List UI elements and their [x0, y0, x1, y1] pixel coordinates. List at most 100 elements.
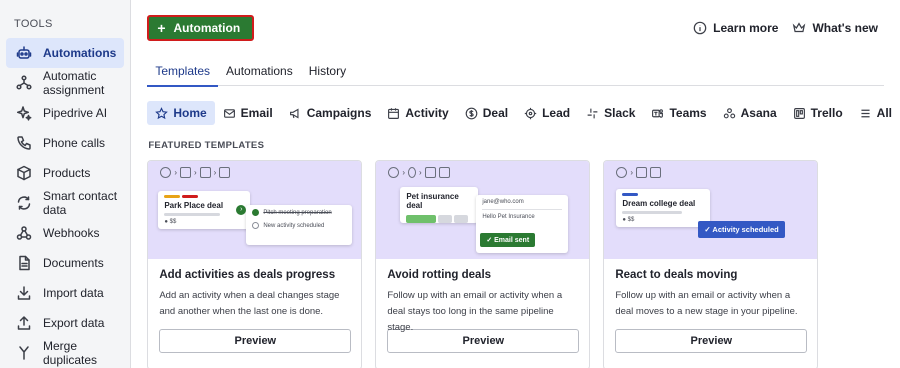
email-sent-badge: ✓ Email sent [480, 233, 536, 247]
filter-all[interactable]: All [851, 101, 900, 125]
whats-new-label: What's new [812, 21, 878, 35]
sidebar-item-label: Automatic assignment [43, 69, 105, 97]
learn-more-label: Learn more [713, 21, 779, 35]
sidebar-item-automatic-assignment[interactable]: Automatic assignment [6, 68, 124, 98]
sidebar-item-merge-duplicates[interactable]: Merge duplicates [6, 338, 124, 368]
activity-item-2: New activity scheduled [263, 222, 325, 229]
add-automation-button[interactable]: + Automation [147, 15, 255, 41]
tab-bar: Templates Automations History [147, 56, 884, 87]
deal-name: Dream college deal [622, 199, 696, 208]
sidebar-item-products[interactable]: Products [6, 158, 124, 188]
filter-asana[interactable]: Asana [715, 101, 785, 125]
deal-mini-card: Dream college deal ● $$ [616, 189, 711, 227]
sidebar-item-label: Pipedrive AI [43, 106, 108, 120]
card-description: Follow up with an email or activity when… [387, 290, 563, 333]
card-title: Avoid rotting deals [387, 269, 492, 281]
workflow-steps: › [616, 167, 661, 178]
template-cards: › › › Park Place deal ● $$ Pitch meeting p… [147, 160, 900, 368]
add-automation-label: Automation [173, 21, 241, 35]
learn-more-link[interactable]: Learn more [693, 21, 778, 35]
filter-deal[interactable]: Deal [457, 101, 516, 125]
template-card[interactable]: › › › Park Place deal ● $$ Pitch meeting p… [147, 160, 363, 368]
topbar: + Automation Learn more What's new [147, 0, 900, 56]
phone-icon [15, 134, 33, 152]
webhook-icon [15, 224, 33, 242]
card-illustration: › › › Park Place deal ● $$ Pitch meeting p… [148, 161, 362, 259]
sidebar-item-documents[interactable]: Documents [6, 248, 124, 278]
sidebar-item-label: Products [43, 166, 91, 180]
activity-item-1: Pitch meeting preparation [263, 209, 332, 216]
filter-home[interactable]: Home [147, 101, 215, 125]
deal-name: Park Place deal [164, 201, 224, 210]
tab-templates[interactable]: Templates [147, 56, 218, 87]
teams-icon [652, 108, 664, 118]
sidebar-item-smart-contact-data[interactable]: Smart contact data [6, 188, 124, 218]
card-title: React to deals moving [615, 269, 738, 281]
sidebar-heading: TOOLS [14, 18, 53, 30]
filter-label: Lead [542, 106, 571, 120]
box-icon [15, 164, 33, 182]
preview-button[interactable]: Preview [159, 329, 352, 353]
deal-amount: ● $$ [622, 217, 635, 223]
filter-email[interactable]: Email [215, 101, 281, 125]
document-icon [15, 254, 33, 272]
sparkle-icon [15, 104, 33, 122]
filter-label: Asana [740, 106, 777, 120]
list-icon [861, 109, 870, 117]
filter-trello[interactable]: Trello [785, 101, 851, 125]
email-subject: Hello Pet Insurance [482, 214, 535, 220]
sidebar-item-pipedrive-ai[interactable]: Pipedrive AI [6, 98, 124, 128]
main-content: + Automation Learn more What's new Templ… [131, 0, 900, 368]
filter-lead[interactable]: Lead [516, 101, 578, 125]
workflow-steps: › › › [160, 167, 231, 178]
export-icon [15, 314, 33, 332]
section-label: FEATURED TEMPLATES [148, 140, 265, 151]
crown-icon [793, 22, 806, 33]
filter-label: All [876, 106, 892, 120]
filter-activity[interactable]: Activity [379, 101, 456, 125]
preview-button[interactable]: Preview [615, 329, 808, 353]
sidebar-item-label: Phone calls [43, 136, 106, 150]
sidebar-item-label: Merge duplicates [43, 339, 98, 367]
info-icon [693, 21, 707, 35]
filter-teams[interactable]: Teams [643, 101, 714, 125]
robot-icon [15, 44, 33, 62]
filter-label: Slack [604, 106, 636, 120]
filter-label: Teams [669, 106, 707, 120]
trello-icon [793, 107, 805, 119]
filter-label: Activity [405, 106, 449, 120]
sidebar-item-export-data[interactable]: Export data [6, 308, 124, 338]
whats-new-link[interactable]: What's new [792, 21, 878, 35]
envelope-icon [223, 108, 235, 118]
sidebar-item-label: Smart contact data [43, 189, 118, 217]
deal-name: Pet insurance deal [406, 192, 459, 210]
star-icon [155, 106, 169, 119]
preview-button[interactable]: Preview [387, 329, 580, 353]
deal-amount: ● $$ [164, 219, 177, 225]
sidebar-item-label: Documents [43, 256, 104, 270]
deal-mini-card: Pet insurance deal [400, 187, 479, 223]
tab-history[interactable]: History [301, 56, 354, 86]
filter-label: Trello [810, 106, 843, 120]
sidebar-item-label: Export data [43, 316, 105, 330]
sidebar-item-webhooks[interactable]: Webhooks [6, 218, 124, 248]
card-title: Add activities as deals progress [159, 269, 336, 281]
category-filters: Home Email Campaigns Activity Deal Lead [147, 100, 900, 126]
filter-slack[interactable]: Slack [578, 101, 643, 125]
sync-icon [15, 194, 33, 212]
sidebar: TOOLS Automations Automatic assignment P… [0, 0, 132, 368]
dollar-icon [465, 107, 478, 119]
email-to: jane@who.com [482, 199, 524, 205]
sidebar-item-phone-calls[interactable]: Phone calls [6, 128, 124, 158]
template-card[interactable]: › › Pet insurance deal jane@who.com Hello… [375, 160, 591, 368]
activity-scheduled-badge: ✓ Activity scheduled [698, 221, 785, 238]
filter-campaigns[interactable]: Campaigns [281, 101, 380, 125]
sidebar-item-import-data[interactable]: Import data [6, 278, 124, 308]
tab-automations[interactable]: Automations [218, 56, 301, 86]
card-description: Follow up with an email or activity when… [615, 290, 798, 317]
sidebar-item-automations[interactable]: Automations [6, 38, 125, 68]
template-card[interactable]: › Dream college deal ● $$ ✓ Activity sch… [603, 160, 819, 368]
activity-mini-card: Pitch meeting preparation New activity s… [246, 205, 353, 245]
sidebar-item-label: Webhooks [43, 226, 100, 240]
slack-icon [587, 108, 598, 118]
